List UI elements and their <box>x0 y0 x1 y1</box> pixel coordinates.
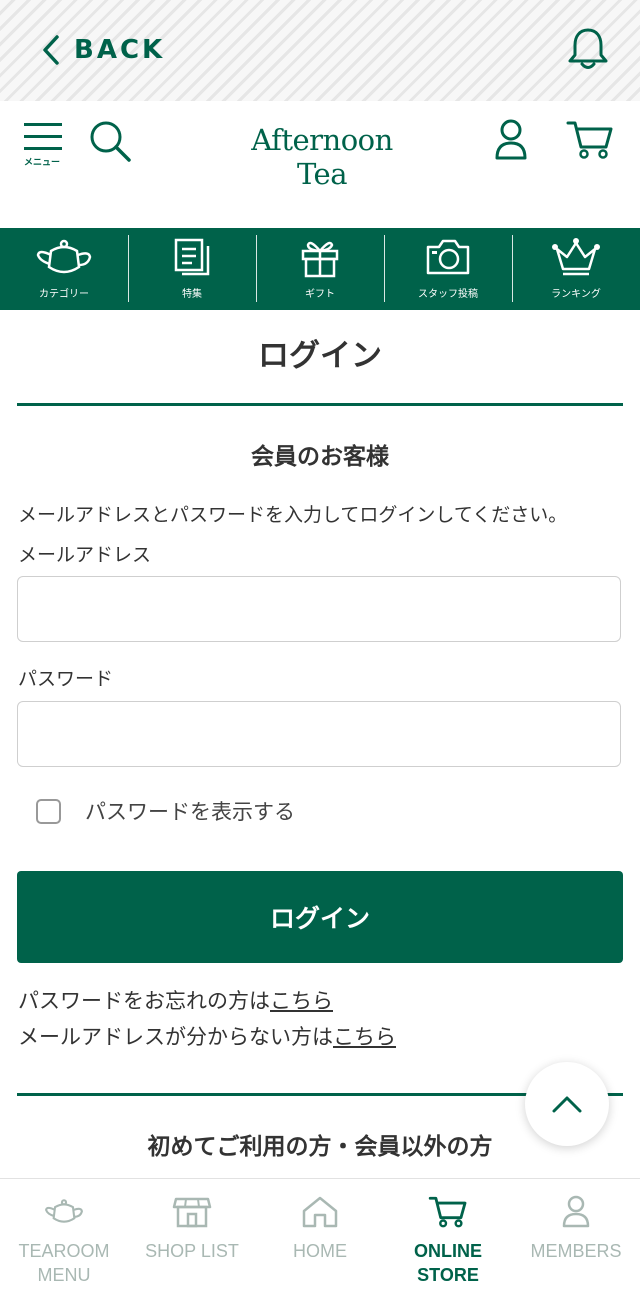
category-nav-item-gift[interactable]: ギフト <box>256 228 384 310</box>
home-icon <box>302 1196 338 1228</box>
site-header: メニュー Afternoon Tea <box>0 101 640 228</box>
forgot-password-link[interactable]: こちら <box>270 989 333 1013</box>
password-label: パスワード <box>18 668 114 690</box>
email-label: メールアドレス <box>18 544 152 566</box>
category-nav-label: ランキング <box>551 289 601 300</box>
login-instruction: メールアドレスとパスワードを入力してログインしてください。 <box>18 504 568 526</box>
back-label: BACK <box>74 35 166 65</box>
show-password-checkbox[interactable] <box>36 798 61 824</box>
forgot-password-text: パスワードをお忘れの方は <box>18 989 270 1013</box>
category-nav-item-category[interactable]: カテゴリー <box>0 228 128 310</box>
category-nav-label: ギフト <box>305 289 335 300</box>
section-divider <box>17 403 623 406</box>
category-nav-item-staff-posts[interactable]: スタッフ投稿 <box>384 228 512 310</box>
category-nav-item-feature[interactable]: 特集 <box>128 228 256 310</box>
top-bar: BACK <box>0 0 640 101</box>
category-nav-label: スタッフ投稿 <box>418 289 478 300</box>
email-field[interactable] <box>17 576 621 642</box>
camera-icon <box>426 239 470 275</box>
forgot-email-line: メールアドレスが分からない方はこちら <box>18 1021 396 1051</box>
cart-icon <box>428 1196 467 1228</box>
category-nav-label: 特集 <box>182 289 202 300</box>
brand-logo[interactable]: Afternoon Tea <box>232 123 412 191</box>
bottom-nav-home[interactable]: HOME <box>256 1179 384 1290</box>
bottom-nav-tearoom-menu[interactable]: TEAROOM MENU <box>0 1179 128 1290</box>
search-icon[interactable] <box>88 119 134 165</box>
category-nav-label: カテゴリー <box>39 289 89 300</box>
forgot-password-line: パスワードをお忘れの方はこちら <box>18 985 333 1015</box>
gift-icon <box>301 241 339 278</box>
user-icon[interactable] <box>494 119 528 161</box>
feature-docs-icon <box>174 238 210 276</box>
bottom-nav-label: ONLINE STORE <box>413 1241 482 1285</box>
teapot-icon <box>45 1199 83 1223</box>
bottom-nav-label: MEMBERS <box>530 1241 622 1261</box>
member-section-title: 会員のお客様 <box>251 444 389 470</box>
category-nav: カテゴリー 特集 ギフト スタッフ投稿 ランキング <box>0 228 640 310</box>
category-nav-item-ranking[interactable]: ランキング <box>512 228 640 310</box>
scroll-to-top-button[interactable] <box>525 1062 609 1146</box>
cart-icon[interactable] <box>566 119 614 161</box>
back-button[interactable]: BACK <box>42 30 165 70</box>
crown-icon <box>552 238 600 276</box>
bottom-nav-label: HOME <box>293 1241 347 1261</box>
teapot-icon <box>36 239 92 274</box>
password-field[interactable] <box>17 701 621 767</box>
shop-icon <box>172 1197 212 1228</box>
user-icon <box>562 1195 590 1228</box>
chevron-up-icon <box>552 1096 582 1113</box>
show-password-toggle[interactable]: パスワードを表示する <box>36 796 295 826</box>
menu-button[interactable]: メニュー <box>24 123 64 168</box>
bottom-nav-label: TEAROOM MENU <box>18 1241 110 1285</box>
bottom-nav-members[interactable]: MEMBERS <box>512 1179 640 1290</box>
menu-caption: メニュー <box>24 158 61 168</box>
show-password-label: パスワードを表示する <box>85 800 295 824</box>
page-title: ログイン <box>258 338 382 374</box>
bottom-nav-label: SHOP LIST <box>145 1241 239 1261</box>
forgot-email-text: メールアドレスが分からない方は <box>18 1025 333 1049</box>
bottom-nav: TEAROOMMENU SHOP LIST HOME ONLINE STORE <box>0 1178 640 1290</box>
login-button[interactable]: ログイン <box>17 871 623 963</box>
bottom-nav-shop-list[interactable]: SHOP LIST <box>128 1179 256 1290</box>
chevron-left-icon <box>43 35 59 65</box>
bell-icon[interactable] <box>566 26 610 72</box>
forgot-email-link[interactable]: こちら <box>333 1025 396 1049</box>
bottom-nav-online-store[interactable]: ONLINE STORE <box>384 1179 512 1290</box>
